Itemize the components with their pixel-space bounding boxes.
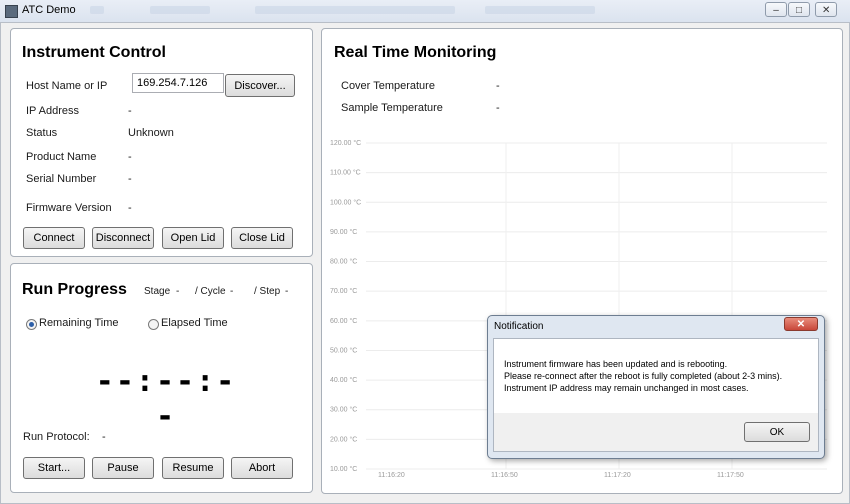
remaining-time-label: Remaining Time: [39, 317, 119, 329]
y-tick-label: 60.00 °C: [330, 317, 357, 325]
elapsed-time-radio[interactable]: [148, 319, 159, 330]
ip-label: IP Address: [26, 105, 79, 117]
step-value: -: [285, 286, 289, 297]
open-lid-button[interactable]: Open Lid: [162, 227, 224, 249]
run-protocol-label: Run Protocol:: [23, 431, 90, 443]
y-tick-label: 110.00 °C: [330, 169, 361, 177]
step-label: / Step: [254, 286, 281, 297]
y-tick-label: 30.00 °C: [330, 406, 357, 414]
ghost-toolbar-icon: [150, 6, 210, 14]
y-tick-label: 10.00 °C: [330, 465, 357, 473]
cycle-value: -: [230, 286, 234, 297]
y-tick-label: 50.00 °C: [330, 346, 357, 354]
dialog-body: Instrument firmware has been updated and…: [493, 338, 819, 452]
dialog-message-line: Please re-connect after the reboot is fu…: [504, 371, 783, 381]
y-tick-label: 90.00 °C: [330, 228, 357, 236]
x-tick-label: 11:17:50: [717, 472, 744, 479]
y-tick-label: 40.00 °C: [330, 376, 357, 384]
panel-title-run: Run Progress: [22, 281, 127, 298]
ghost-toolbar-strip: [255, 6, 455, 14]
y-tick-label: 120.00 °C: [330, 139, 361, 147]
serial-value: -: [128, 173, 132, 185]
dialog-close-button[interactable]: ✕: [784, 317, 818, 331]
stage-label: Stage: [144, 286, 171, 297]
app-icon: [5, 5, 18, 18]
dialog-message: Instrument firmware has been updated and…: [494, 339, 818, 413]
disconnect-button[interactable]: Disconnect: [92, 227, 154, 249]
remaining-time-radio[interactable]: [26, 319, 37, 330]
notification-dialog: Notification ✕ Instrument firmware has b…: [487, 315, 825, 459]
ip-value: -: [128, 105, 132, 117]
status-value: Unknown: [128, 127, 174, 139]
product-value: -: [128, 151, 132, 163]
run-protocol-value: -: [102, 431, 106, 443]
host-input[interactable]: [132, 73, 224, 93]
status-label: Status: [26, 127, 58, 139]
close-lid-button[interactable]: Close Lid: [231, 227, 293, 249]
dialog-title: Notification: [494, 321, 544, 332]
abort-button[interactable]: Abort: [231, 457, 293, 479]
x-tick-label: 11:17:20: [604, 472, 631, 479]
y-tick-label: 80.00 °C: [330, 258, 357, 266]
product-label: Product Name: [26, 151, 97, 163]
x-tick-label: 11:16:20: [378, 472, 405, 479]
stage-value: -: [176, 286, 180, 297]
connect-button[interactable]: Connect: [23, 227, 85, 249]
y-tick-label: 100.00 °C: [330, 198, 361, 206]
start-button[interactable]: Start...: [23, 457, 85, 479]
restore-button[interactable]: □: [788, 2, 810, 17]
cycle-label: / Cycle: [195, 286, 226, 297]
elapsed-time-label: Elapsed Time: [161, 317, 228, 329]
instrument-control-panel: Instrument Control Host Name or IP Disco…: [10, 28, 313, 257]
window-title: ATC Demo: [22, 4, 76, 16]
host-label: Host Name or IP: [26, 80, 108, 92]
serial-label: Serial Number: [26, 173, 97, 185]
ghost-toolbar-icon: [90, 6, 104, 14]
time-display: --:--:--: [95, 364, 237, 434]
window-close-button[interactable]: ✕: [815, 2, 837, 17]
dialog-message-line: Instrument firmware has been updated and…: [504, 359, 728, 369]
firmware-label: Firmware Version: [26, 202, 112, 214]
pause-button[interactable]: Pause: [92, 457, 154, 479]
panel-title-instrument: Instrument Control: [22, 44, 166, 61]
resume-button[interactable]: Resume: [162, 457, 224, 479]
minimize-button[interactable]: –: [765, 2, 787, 17]
run-progress-panel: Run Progress Stage - / Cycle - / Step - …: [10, 263, 313, 493]
discover-button[interactable]: Discover...: [225, 74, 295, 97]
ok-button[interactable]: OK: [744, 422, 810, 442]
x-tick-label: 11:16:50: [491, 472, 518, 479]
y-tick-label: 20.00 °C: [330, 435, 357, 443]
title-bar: ATC Demo – □ ✕: [0, 0, 850, 23]
ghost-toolbar-strip: [485, 6, 595, 14]
y-tick-label: 70.00 °C: [330, 287, 357, 295]
firmware-value: -: [128, 202, 132, 214]
dialog-message-line: Instrument IP address may remain unchang…: [504, 383, 749, 393]
app-client-area: Instrument Control Host Name or IP Disco…: [0, 22, 850, 504]
